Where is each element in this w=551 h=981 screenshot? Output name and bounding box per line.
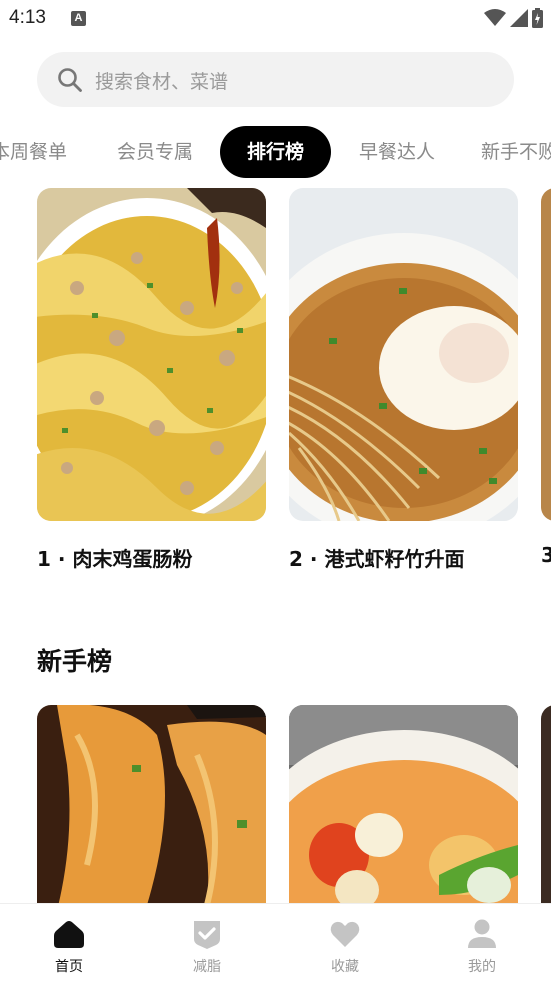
- nav-fat-loss[interactable]: 减脂: [167, 904, 247, 981]
- tab-newbie-proof[interactable]: 新手不败: [481, 126, 551, 178]
- notification-a-icon: A: [71, 11, 86, 26]
- recipe-title: 3: [541, 543, 551, 567]
- tab-weekly-menu[interactable]: 本周餐单: [0, 126, 79, 178]
- tab-member-exclusive[interactable]: 会员专属: [107, 126, 203, 178]
- recipe-card[interactable]: [541, 705, 551, 905]
- recipe-title: 2 · 港式虾籽竹升面: [289, 547, 465, 571]
- recipe-image: [37, 188, 266, 521]
- nav-favorites[interactable]: 收藏: [305, 904, 385, 981]
- battery-icon: [532, 8, 543, 28]
- nav-home-label: 首页: [55, 959, 83, 975]
- ranking-row: 1 · 肉末鸡蛋肠粉 2 · 港式虾籽竹升面 3: [0, 188, 551, 588]
- nav-profile-label: 我的: [468, 959, 496, 975]
- category-tabs: 本周餐单 会员专属 排行榜 早餐达人 新手不败: [0, 126, 551, 178]
- status-time: 4:13: [9, 7, 46, 28]
- shield-check-icon: [194, 921, 220, 949]
- user-icon: [468, 919, 496, 948]
- tab-ranking[interactable]: 排行榜: [220, 126, 331, 178]
- heart-icon: [330, 921, 360, 947]
- recipe-card[interactable]: 1 · 肉末鸡蛋肠粉: [37, 188, 266, 572]
- nav-favorites-label: 收藏: [331, 959, 359, 975]
- recipe-title: 1 · 肉末鸡蛋肠粉: [37, 547, 193, 571]
- recipe-image: [541, 705, 551, 905]
- search-icon: [58, 68, 82, 92]
- signal-icon: [510, 9, 528, 27]
- recipe-image: [289, 188, 518, 521]
- recipe-image: [541, 188, 551, 521]
- recipe-card[interactable]: [289, 705, 518, 905]
- recipe-image: [37, 705, 266, 905]
- bottom-navigation: 首页 减脂 收藏 我的: [0, 903, 551, 981]
- recipe-card[interactable]: [37, 705, 266, 905]
- nav-home[interactable]: 首页: [29, 904, 109, 981]
- home-icon: [54, 921, 84, 948]
- newbie-row: [0, 705, 551, 905]
- section-title-newbie: 新手榜: [37, 647, 113, 676]
- recipe-card[interactable]: 2 · 港式虾籽竹升面: [289, 188, 518, 572]
- search-bar[interactable]: 搜索食材、菜谱: [37, 52, 514, 107]
- search-placeholder: 搜索食材、菜谱: [95, 71, 229, 93]
- nav-fat-loss-label: 减脂: [193, 959, 221, 975]
- recipe-card[interactable]: 3: [541, 188, 551, 567]
- system-icons: [484, 7, 543, 29]
- status-bar: 4:13 A: [0, 0, 551, 40]
- tab-breakfast-master[interactable]: 早餐达人: [349, 126, 445, 178]
- recipe-image: [289, 705, 518, 905]
- nav-profile[interactable]: 我的: [442, 904, 522, 981]
- wifi-icon: [484, 9, 506, 26]
